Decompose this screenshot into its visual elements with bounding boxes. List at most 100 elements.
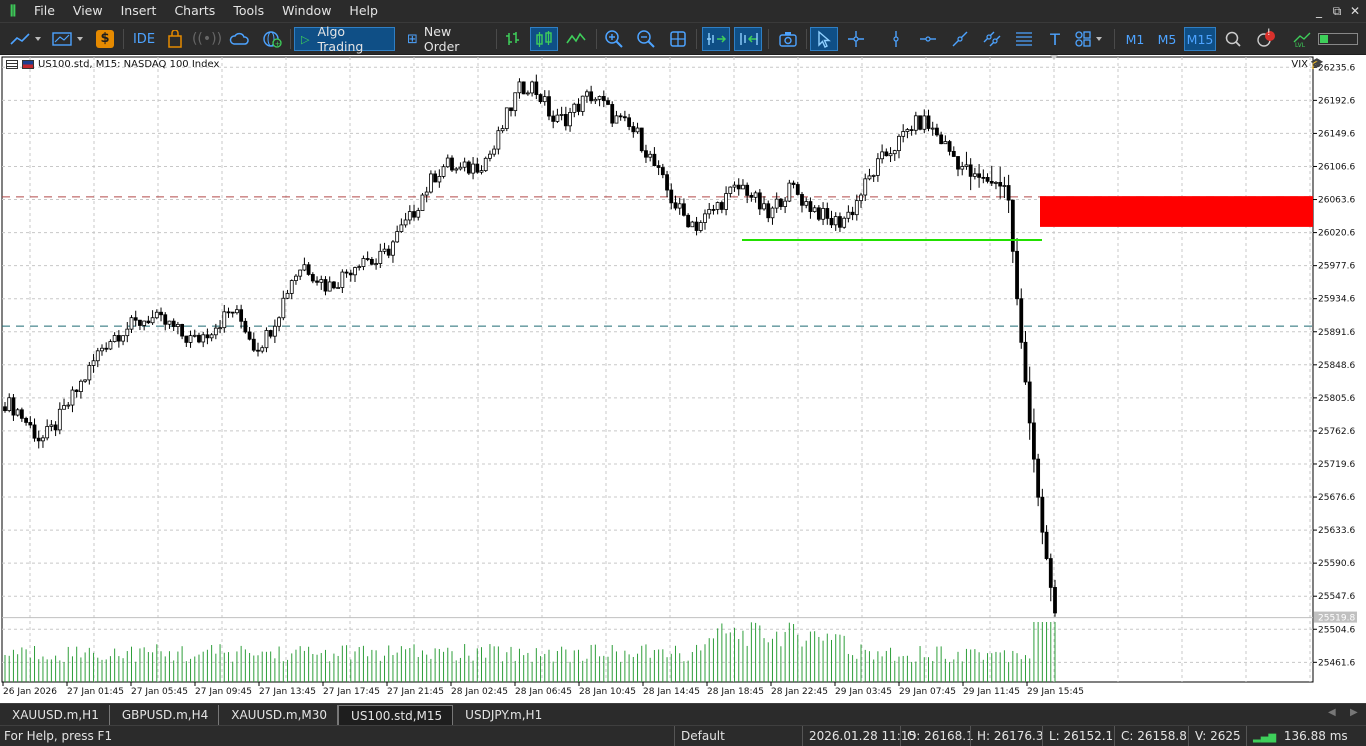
ide-button[interactable]: IDE — [130, 27, 158, 51]
shopping-bag-icon[interactable] — [164, 27, 186, 51]
menu-charts[interactable]: Charts — [166, 0, 225, 22]
candle-body — [112, 335, 117, 342]
candle-body — [294, 275, 298, 281]
crosshair-icon[interactable] — [844, 27, 868, 51]
candle-body — [631, 126, 636, 133]
candle-body — [622, 116, 627, 119]
candle-body — [24, 417, 28, 423]
candle-body — [327, 281, 332, 292]
chart-shift-icon[interactable] — [734, 27, 762, 51]
candle-body — [310, 274, 315, 282]
menu-tools[interactable]: Tools — [225, 0, 274, 22]
candle-body — [1019, 298, 1024, 343]
candle-body — [256, 349, 260, 352]
candlestick-chart-canvas[interactable]: 26235.626192.626149.626106.626063.626020… — [0, 55, 1366, 703]
candle-body — [711, 209, 716, 211]
timeframe-m15-button[interactable]: M15 — [1184, 27, 1216, 51]
graduation-cap-icon[interactable]: 🎓 — [1310, 58, 1324, 70]
candle-body — [787, 182, 792, 202]
candle-body — [391, 241, 395, 256]
signals-icon[interactable]: ((•)) — [192, 27, 222, 51]
zoom-out-icon[interactable] — [634, 27, 658, 51]
candle-body — [429, 173, 433, 193]
timeframe-m1-button[interactable]: M1 — [1120, 27, 1150, 51]
y-axis-tick-label: 26063.6 — [1318, 196, 1355, 206]
candle-body — [913, 115, 918, 131]
shapes-menu-icon[interactable] — [1072, 27, 1106, 51]
screenshot-camera-icon[interactable] — [776, 27, 800, 51]
zoom-in-icon[interactable] — [602, 27, 626, 51]
trendline-icon[interactable] — [948, 27, 972, 51]
tab-scroll-right-icon[interactable]: ▶ — [1350, 707, 1358, 718]
tab-xauusd-m30[interactable]: XAUUSD.m,M30 — [219, 704, 339, 725]
candle-body — [488, 153, 492, 159]
menu-window[interactable]: Window — [274, 0, 341, 22]
candle-body — [462, 161, 467, 168]
close-icon[interactable]: ✕ — [1344, 0, 1366, 22]
candle-body — [1036, 458, 1041, 498]
candle-body — [956, 156, 960, 170]
search-icon[interactable] — [1222, 27, 1244, 51]
level-indicator-icon[interactable]: LVL — [1290, 27, 1314, 51]
tab-scroll-left-icon[interactable]: ◀ — [1328, 707, 1336, 718]
tab-usdjpy-h1[interactable]: USDJPY.m,H1 — [453, 705, 552, 725]
price-chart[interactable]: 26235.6 26192.6 26149.6 26106.6 26063.6 26020… — [0, 55, 1366, 703]
candle-body — [669, 189, 674, 204]
candlestick-chart-icon[interactable] — [530, 27, 558, 51]
tile-windows-icon[interactable] — [666, 27, 690, 51]
candle-body — [593, 98, 598, 102]
candle-body — [3, 406, 7, 412]
bar-chart-icon[interactable] — [502, 27, 524, 51]
profile-name[interactable]: Default — [674, 726, 802, 746]
candle-body — [188, 335, 193, 343]
tab-us100-m15[interactable]: US100.std,M15 — [338, 704, 454, 725]
cloud-icon[interactable] — [228, 27, 252, 51]
connection-status[interactable]: ▂▄▆ 136.88 ms — [1246, 726, 1366, 746]
candle-body — [201, 334, 206, 343]
cursor-arrow-icon[interactable] — [810, 27, 838, 51]
candle-body — [403, 219, 408, 226]
chart-templates-icon[interactable] — [50, 27, 86, 51]
x-axis-tick-label: 29 Jan 11:45 — [963, 687, 1020, 697]
scroll-chart-icon[interactable] — [702, 27, 730, 51]
x-axis-labels: 26 Jan 2026 27 Jan 01:45 27 Jan 05:45 27 Ja… — [2, 682, 1084, 697]
candle-body — [901, 131, 906, 137]
play-icon: ▷ — [301, 32, 310, 46]
candle-body — [850, 211, 855, 216]
y-axis-tick-label: 25461.6 — [1318, 658, 1355, 668]
candle-body — [235, 309, 239, 314]
candle-body — [563, 114, 568, 127]
candle-body — [197, 334, 201, 343]
line-chart-menu-icon[interactable] — [8, 27, 44, 51]
vps-globe-icon[interactable]: + — [260, 27, 284, 51]
new-order-label: New Order — [423, 24, 460, 54]
line-chart-icon[interactable] — [564, 27, 588, 51]
new-order-button[interactable]: ⊞ New Order — [401, 24, 489, 54]
candle-body — [62, 405, 66, 410]
candle-body — [838, 216, 842, 228]
timeframe-m5-button[interactable]: M5 — [1152, 27, 1182, 51]
candle-body — [783, 200, 788, 207]
menu-insert[interactable]: Insert — [113, 0, 167, 22]
vertical-line-icon[interactable] — [884, 27, 908, 51]
candle-body — [589, 91, 594, 102]
horizontal-line-icon[interactable] — [916, 27, 940, 51]
chart-menu-icon[interactable] — [6, 60, 18, 69]
candle-body — [707, 209, 712, 215]
fibonacci-icon[interactable] — [1012, 27, 1036, 51]
text-tool-icon[interactable]: T — [1044, 27, 1066, 51]
menu-help[interactable]: Help — [341, 0, 388, 22]
menu-file[interactable]: File — [26, 0, 65, 22]
tab-xauusd-h1[interactable]: XAUUSD.m,H1 — [0, 704, 110, 725]
candle-body — [597, 96, 602, 100]
notifications-icon[interactable]: ! — [1254, 27, 1278, 51]
candle-body — [353, 267, 357, 276]
algo-trading-button[interactable]: ▷ Algo Trading — [294, 24, 395, 54]
candle-body — [45, 426, 50, 439]
candle-body — [407, 211, 412, 221]
market-dollar-icon[interactable]: $ — [94, 27, 116, 51]
tab-gbpusd-h4[interactable]: GBPUSD.m,H4 — [110, 704, 220, 725]
candle-body — [989, 180, 994, 184]
channel-icon[interactable] — [980, 27, 1004, 51]
menu-view[interactable]: View — [65, 0, 113, 22]
